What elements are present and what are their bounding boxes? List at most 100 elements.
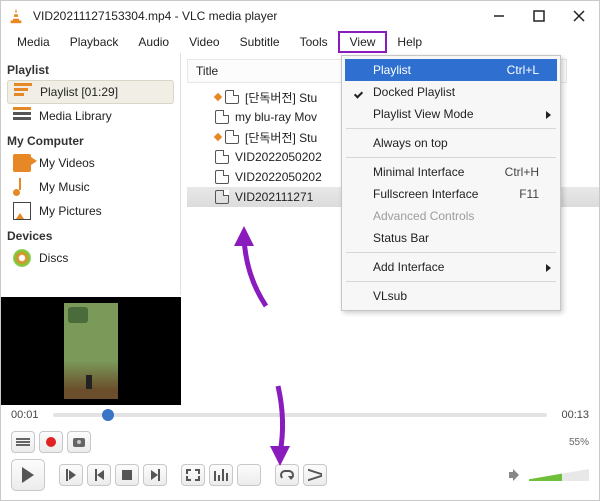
play-button[interactable] [11,459,45,491]
titlebar: VID20211127153304.mp4 - VLC media player [1,1,599,31]
menu-item-fullscreen-interface[interactable]: Fullscreen InterfaceF11 [345,183,557,205]
sidebar-section-my-computer: My Computer [7,128,174,151]
menu-item-status-bar[interactable]: Status Bar [345,227,557,249]
shuffle-button[interactable] [303,464,327,486]
playlist-row-title: VID202111271 [235,190,313,204]
menu-item-accelerator: Ctrl+L [507,63,539,77]
menu-media[interactable]: Media [7,33,60,51]
disc-icon [13,249,31,267]
minimize-button[interactable] [479,1,519,31]
video-preview[interactable] [1,297,181,405]
file-icon [215,110,229,124]
playlist-row-title: my blu-ray Mov [235,110,317,124]
volume-slider[interactable] [529,469,589,481]
sidebar-item-label: Media Library [39,109,112,123]
playlist-row-title: [단독버전] Stu [245,129,317,146]
menu-subtitle[interactable]: Subtitle [230,33,290,51]
menu-tools[interactable]: Tools [290,33,338,51]
fullscreen-button[interactable] [181,464,205,486]
previous-button[interactable] [87,464,111,486]
file-icon [215,190,229,204]
annotation-arrow-down [256,381,306,474]
menu-item-label: Advanced Controls [373,209,539,223]
sidebar-item-my[interactable]: My Pictures [7,199,174,223]
file-icon [215,150,229,164]
menu-separator [346,281,556,282]
menu-item-label: Minimal Interface [373,165,505,179]
record-button[interactable] [39,431,63,453]
sidebar-item-discs[interactable]: Discs [7,246,174,270]
sidebar-item-my[interactable]: My Videos [7,151,174,175]
sidebar-section-playlist: Playlist [7,57,174,80]
file-icon [225,130,239,144]
sidebar-item-label: My Music [39,180,90,194]
menu-item-minimal-interface[interactable]: Minimal InterfaceCtrl+H [345,161,557,183]
sidebar-item-label: Discs [39,251,68,265]
menu-separator [346,157,556,158]
volume-percent-label: 55% [569,437,589,448]
playlist-icon [14,83,32,101]
menu-video[interactable]: Video [179,33,229,51]
submenu-arrow-icon [546,264,551,272]
menu-item-playlist-view-mode[interactable]: Playlist View Mode [345,103,557,125]
view-menu-dropdown: PlaylistCtrl+L Docked Playlist Playlist Vi… [341,55,561,311]
frame-step-button[interactable] [59,464,83,486]
menu-item-label: Add Interface [373,260,539,274]
sidebar-item-label: My Videos [39,156,95,170]
annotation-arrow-up [226,226,286,319]
menu-item-playlist[interactable]: PlaylistCtrl+L [345,59,557,81]
playlist-toggle-button[interactable] [11,431,35,453]
stop-button[interactable] [115,464,139,486]
playlist-row-title: [단독버전] Stu [245,89,317,106]
sidebar: Playlist Playlist [01:29] Media Library My … [1,53,181,295]
menu-item-label: Fullscreen Interface [373,187,519,201]
window-title: VID20211127153304.mp4 - VLC media player [33,9,479,23]
menu-item-label: Status Bar [373,231,539,245]
video-thumbnail [64,303,118,399]
menu-item-vlsub[interactable]: VLsub [345,285,557,307]
time-elapsed: 00:01 [11,409,45,421]
playlist-row-title: VID2022050202 [235,170,322,184]
now-playing-marker-icon [214,93,222,101]
playlist-row-title: VID2022050202 [235,150,322,164]
sidebar-item-my[interactable]: My Music [7,175,174,199]
sidebar-item-media[interactable]: Media Library [7,104,174,128]
menu-separator [346,252,556,253]
menu-item-label: VLsub [373,289,539,303]
extended-settings-button[interactable] [209,464,233,486]
sidebar-item-label: Playlist [01:29] [40,85,118,99]
next-button[interactable] [143,464,167,486]
music-icon [13,178,31,196]
snapshot-button[interactable] [67,431,91,453]
menu-playback[interactable]: Playback [60,33,129,51]
menu-item-label: Docked Playlist [373,85,539,99]
menu-separator [346,128,556,129]
submenu-arrow-icon [546,111,551,119]
menu-help[interactable]: Help [387,33,432,51]
time-total: 00:13 [555,409,589,421]
volume-control[interactable] [509,469,589,481]
menu-item-advanced-controls: Advanced Controls [345,205,557,227]
pics-icon [13,202,31,220]
speaker-icon [509,469,523,481]
menu-item-label: Always on top [373,136,539,150]
menu-item-label: Playlist [373,63,507,77]
menu-audio[interactable]: Audio [128,33,179,51]
mlib-icon [13,107,31,125]
sidebar-item-playlist[interactable]: Playlist [01:29] [7,80,174,104]
close-button[interactable] [559,1,599,31]
menu-view[interactable]: View [338,31,388,53]
check-icon [354,85,366,97]
menu-item-docked-playlist[interactable]: Docked Playlist [345,81,557,103]
vlc-cone-icon [7,7,25,25]
seek-knob[interactable] [102,409,114,421]
maximize-button[interactable] [519,1,559,31]
menu-item-always-on-top[interactable]: Always on top [345,132,557,154]
menu-item-accelerator: F11 [519,187,539,201]
menu-item-add-interface[interactable]: Add Interface [345,256,557,278]
menu-item-label: Playlist View Mode [373,107,539,121]
sidebar-section-devices: Devices [7,223,174,246]
sidebar-item-label: My Pictures [39,204,102,218]
menu-item-accelerator: Ctrl+H [505,165,539,179]
file-icon [225,90,239,104]
